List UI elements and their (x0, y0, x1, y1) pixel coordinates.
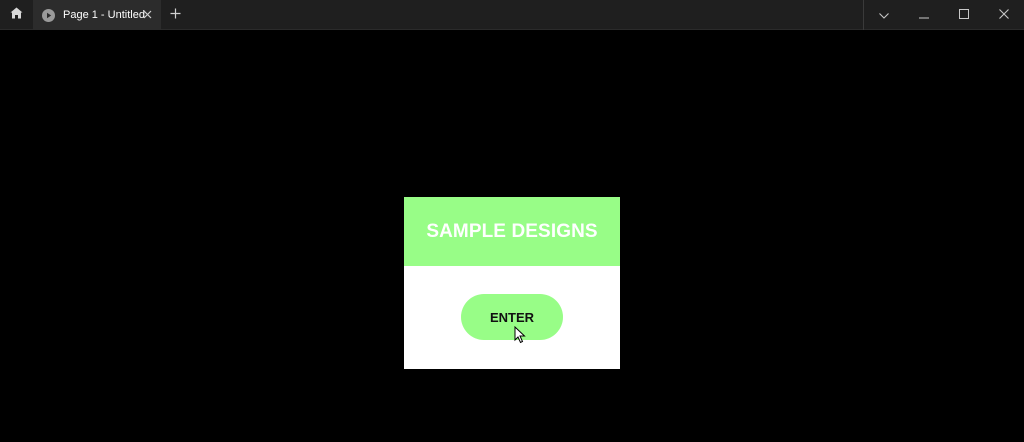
maximize-button[interactable] (944, 0, 984, 30)
new-tab-button[interactable] (166, 7, 184, 23)
pointer-cursor-icon (514, 326, 526, 344)
sample-designs-card: SAMPLE DESIGNS ENTER (404, 197, 620, 369)
tab-label: Page 1 - Untitled (63, 9, 145, 21)
window-controls (863, 0, 1024, 30)
tab-list-button[interactable] (864, 0, 904, 30)
enter-button[interactable]: ENTER (461, 294, 563, 340)
home-icon (10, 6, 23, 24)
card-header: SAMPLE DESIGNS (404, 197, 620, 266)
minimize-icon (919, 6, 929, 24)
tab-page-1[interactable]: Page 1 - Untitled (33, 0, 161, 30)
minimize-button[interactable] (904, 0, 944, 30)
close-icon (143, 6, 152, 24)
tab-close-button[interactable] (140, 8, 154, 22)
chevron-down-icon (879, 6, 889, 24)
close-window-button[interactable] (984, 0, 1024, 30)
play-icon (42, 8, 55, 22)
home-button[interactable] (0, 0, 33, 30)
title-bar: Page 1 - Untitled (0, 0, 1024, 30)
plus-icon (170, 6, 181, 24)
maximize-icon (959, 6, 969, 24)
card-title: SAMPLE DESIGNS (426, 220, 598, 242)
app-window: Page 1 - Untitled SAMPLE DESIGNS ENTER (0, 0, 1024, 442)
close-icon (999, 6, 1009, 24)
